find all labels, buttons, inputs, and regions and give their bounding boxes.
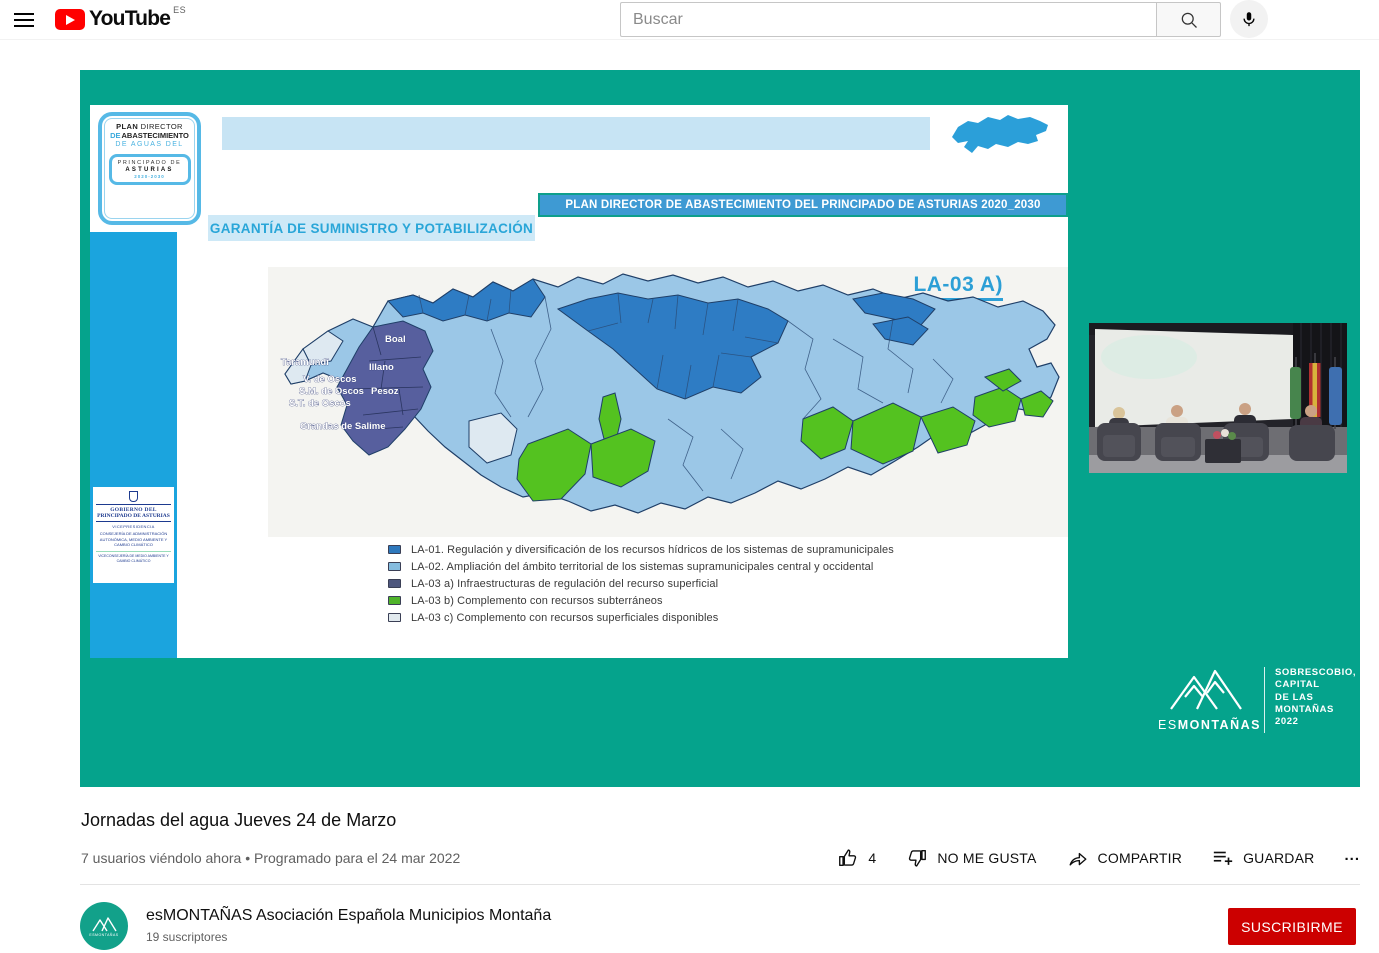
section-divider — [80, 884, 1360, 885]
legend-swatch — [388, 562, 401, 571]
asturias-silhouette-icon — [948, 111, 1052, 157]
event-watermark: ESMONTAÑAS SOBRESCOBIO, CAPITAL DE LAS M… — [1158, 665, 1356, 733]
channel-row: ESMONTAÑAS esMONTAÑAS Asociación Español… — [80, 901, 1360, 953]
action-bar: 4 NO ME GUSTA COMPARTIR — [837, 847, 1360, 870]
map-label: Grandas de Salime — [300, 421, 386, 432]
view-status: 7 usuarios viéndolo ahora • Programado p… — [81, 850, 460, 866]
map-label: Boal — [385, 334, 406, 345]
dislike-button[interactable]: NO ME GUSTA — [906, 847, 1036, 869]
menu-icon[interactable] — [14, 9, 36, 29]
meta-row: 7 usuarios viéndolo ahora • Programado p… — [81, 840, 1360, 876]
map-panel: LA-03 A) — [268, 267, 1068, 537]
legend-swatch — [388, 579, 401, 588]
legend-row: LA-03 c) Complemento con recursos superf… — [388, 609, 894, 626]
legend-row: LA-02. Ampliación del ámbito territorial… — [388, 558, 894, 575]
slide-section-title: GARANTÍA DE SUMINISTRO Y POTABILIZACIÓN — [208, 215, 535, 241]
map-label: S.T. de Oscos — [289, 398, 351, 409]
slide-title-bar: PLAN DIRECTOR DE ABASTECIMIENTO DEL PRIN… — [538, 193, 1068, 217]
share-button[interactable]: COMPARTIR — [1067, 847, 1183, 869]
asturias-municipality-map: Boal Taramundi Illano V. de Oscos S.M. d… — [273, 269, 1063, 534]
channel-name[interactable]: esMONTAÑAS Asociación Española Municipio… — [146, 907, 551, 925]
legend-row: LA-03 b) Complemento con recursos subter… — [388, 592, 894, 609]
youtube-play-icon — [55, 9, 85, 30]
youtube-watch-page: YouTube ES PLAN DIRECTOR DEABASTECIMIENT… — [0, 0, 1379, 953]
thumb-up-icon — [837, 847, 859, 869]
legend-swatch — [388, 545, 401, 554]
video-title: Jornadas del agua Jueves 24 de Marzo — [81, 810, 396, 831]
map-label: S.M. de Oscos — [299, 386, 364, 397]
legend-swatch — [388, 596, 401, 605]
playlist-add-icon — [1212, 847, 1234, 869]
stage-scene — [1089, 323, 1347, 473]
subscribe-button[interactable]: SUSCRIBIRME — [1228, 908, 1356, 945]
share-arrow-icon — [1067, 847, 1089, 869]
map-label: Pesoz — [371, 386, 399, 397]
subscriber-count: 19 suscriptores — [146, 930, 227, 944]
video-player[interactable]: PLAN DIRECTOR DEABASTECIMIENTO DE AGUAS … — [80, 70, 1360, 787]
presentation-slide: PLAN DIRECTOR DEABASTECIMIENTO DE AGUAS … — [90, 105, 1068, 658]
country-code: ES — [173, 5, 186, 15]
channel-avatar[interactable]: ESMONTAÑAS — [80, 902, 128, 950]
legend-row: LA-01. Regulación y diversificación de l… — [388, 541, 894, 558]
microphone-icon — [1240, 10, 1258, 28]
government-crest-icon — [129, 491, 138, 502]
like-button[interactable]: 4 — [837, 847, 876, 869]
slide-top-band — [222, 117, 930, 150]
more-actions-button[interactable]: ... — [1344, 847, 1360, 870]
slide-left-strip: GOBIERNO DEL PRINCIPADO DE ASTURIAS VICE… — [90, 232, 177, 658]
legend-swatch — [388, 613, 401, 622]
youtube-logo[interactable]: YouTube ES — [55, 6, 186, 31]
save-button[interactable]: GUARDAR — [1212, 847, 1314, 869]
legend-row: LA-03 a) Infraestructuras de regulación … — [388, 575, 894, 592]
avatar-mountains-icon — [91, 915, 117, 932]
search-icon — [1179, 10, 1199, 30]
youtube-wordmark: YouTube — [89, 7, 170, 31]
thumb-down-icon — [906, 847, 928, 869]
top-navbar: YouTube ES — [0, 0, 1379, 40]
mountains-icon — [1167, 665, 1245, 711]
map-label: V. de Oscos — [303, 374, 357, 385]
voice-search-button[interactable] — [1230, 0, 1268, 38]
webcam-inset — [1089, 323, 1347, 473]
search-button[interactable] — [1156, 2, 1221, 37]
government-logo-box: GOBIERNO DEL PRINCIPADO DE ASTURIAS VICE… — [93, 487, 174, 583]
map-label: Taramundi — [281, 357, 329, 368]
map-label: Illano — [369, 362, 394, 373]
search-input[interactable] — [620, 2, 1156, 37]
map-legend: LA-01. Regulación y diversificación de l… — [388, 541, 894, 626]
plan-director-logo: PLAN DIRECTOR DEABASTECIMIENTO DE AGUAS … — [98, 112, 201, 225]
